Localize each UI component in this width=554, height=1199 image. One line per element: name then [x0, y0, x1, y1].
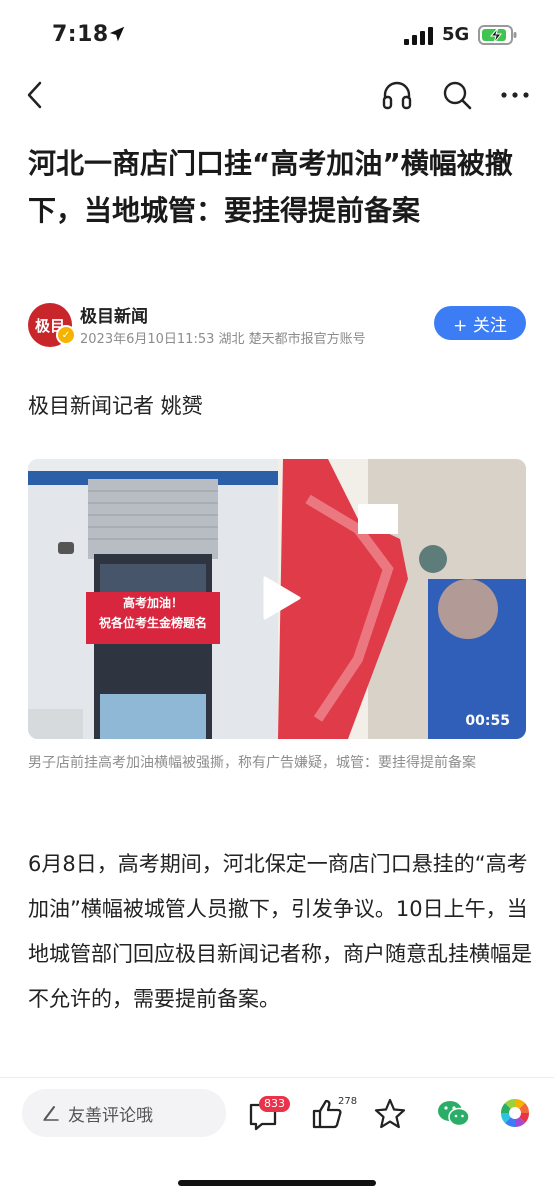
play-icon[interactable]: [261, 576, 301, 620]
headphones-icon: [382, 81, 412, 110]
more-dots-icon: [501, 92, 529, 98]
share-wechat-button[interactable]: [435, 1096, 473, 1136]
home-indicator[interactable]: [178, 1180, 376, 1186]
article-title: 河北一商店门口挂“高考加油”横幅被撤下，当地城管：要挂得提前备案: [28, 147, 513, 227]
battery-charging-icon: [478, 25, 517, 45]
video-player[interactable]: 高考加油！ 祝各位考生金榜题名 00:55: [28, 459, 526, 739]
follow-button[interactable]: + 关注: [434, 306, 526, 340]
author-meta: 2023年6月10日11:53 湖北 楚天都市报官方账号: [80, 332, 366, 347]
share-moments-button[interactable]: [498, 1096, 532, 1134]
banner-line-2: 祝各位考生金榜题名: [98, 616, 207, 630]
location-arrow-icon: [109, 26, 125, 42]
reporter-byline: 极目新闻记者 姚赟: [28, 394, 203, 418]
comment-count-badge: 833: [259, 1096, 290, 1112]
more-button[interactable]: [498, 78, 532, 112]
video-caption: 男子店前挂高考加油横幅被强撕，称有广告嫌疑，城管：要挂得提前备案: [28, 755, 476, 771]
network-type: 5G: [442, 24, 470, 45]
status-time: 7:18: [52, 22, 109, 47]
banner-line-1: 高考加油！: [122, 596, 183, 610]
chevron-left-icon: [27, 81, 42, 109]
moments-icon: [500, 1098, 530, 1128]
wechat-icon: [438, 1101, 470, 1127]
comment-placeholder: 友善评论哦: [68, 1105, 153, 1126]
search-button[interactable]: [440, 78, 474, 112]
video-duration: 00:55: [465, 713, 510, 729]
pen-icon: [43, 1106, 59, 1121]
comment-input[interactable]: 友善评论哦: [22, 1089, 226, 1137]
author-name[interactable]: 极目新闻: [80, 302, 148, 327]
cellular-signal-icon: [404, 27, 433, 45]
search-icon: [443, 81, 472, 110]
bottom-divider: [0, 1077, 554, 1078]
star-icon: [374, 1098, 406, 1129]
like-count: 278: [338, 1096, 358, 1107]
article-paragraph: 6月8日，高考期间，河北保定一商店门口悬挂的“高考加油”横幅被城管人员撤下，引发…: [28, 852, 532, 1011]
listen-button[interactable]: [380, 78, 414, 112]
back-button[interactable]: [18, 78, 52, 112]
favorite-button[interactable]: [372, 1096, 408, 1136]
verified-icon: ✓: [56, 325, 76, 345]
